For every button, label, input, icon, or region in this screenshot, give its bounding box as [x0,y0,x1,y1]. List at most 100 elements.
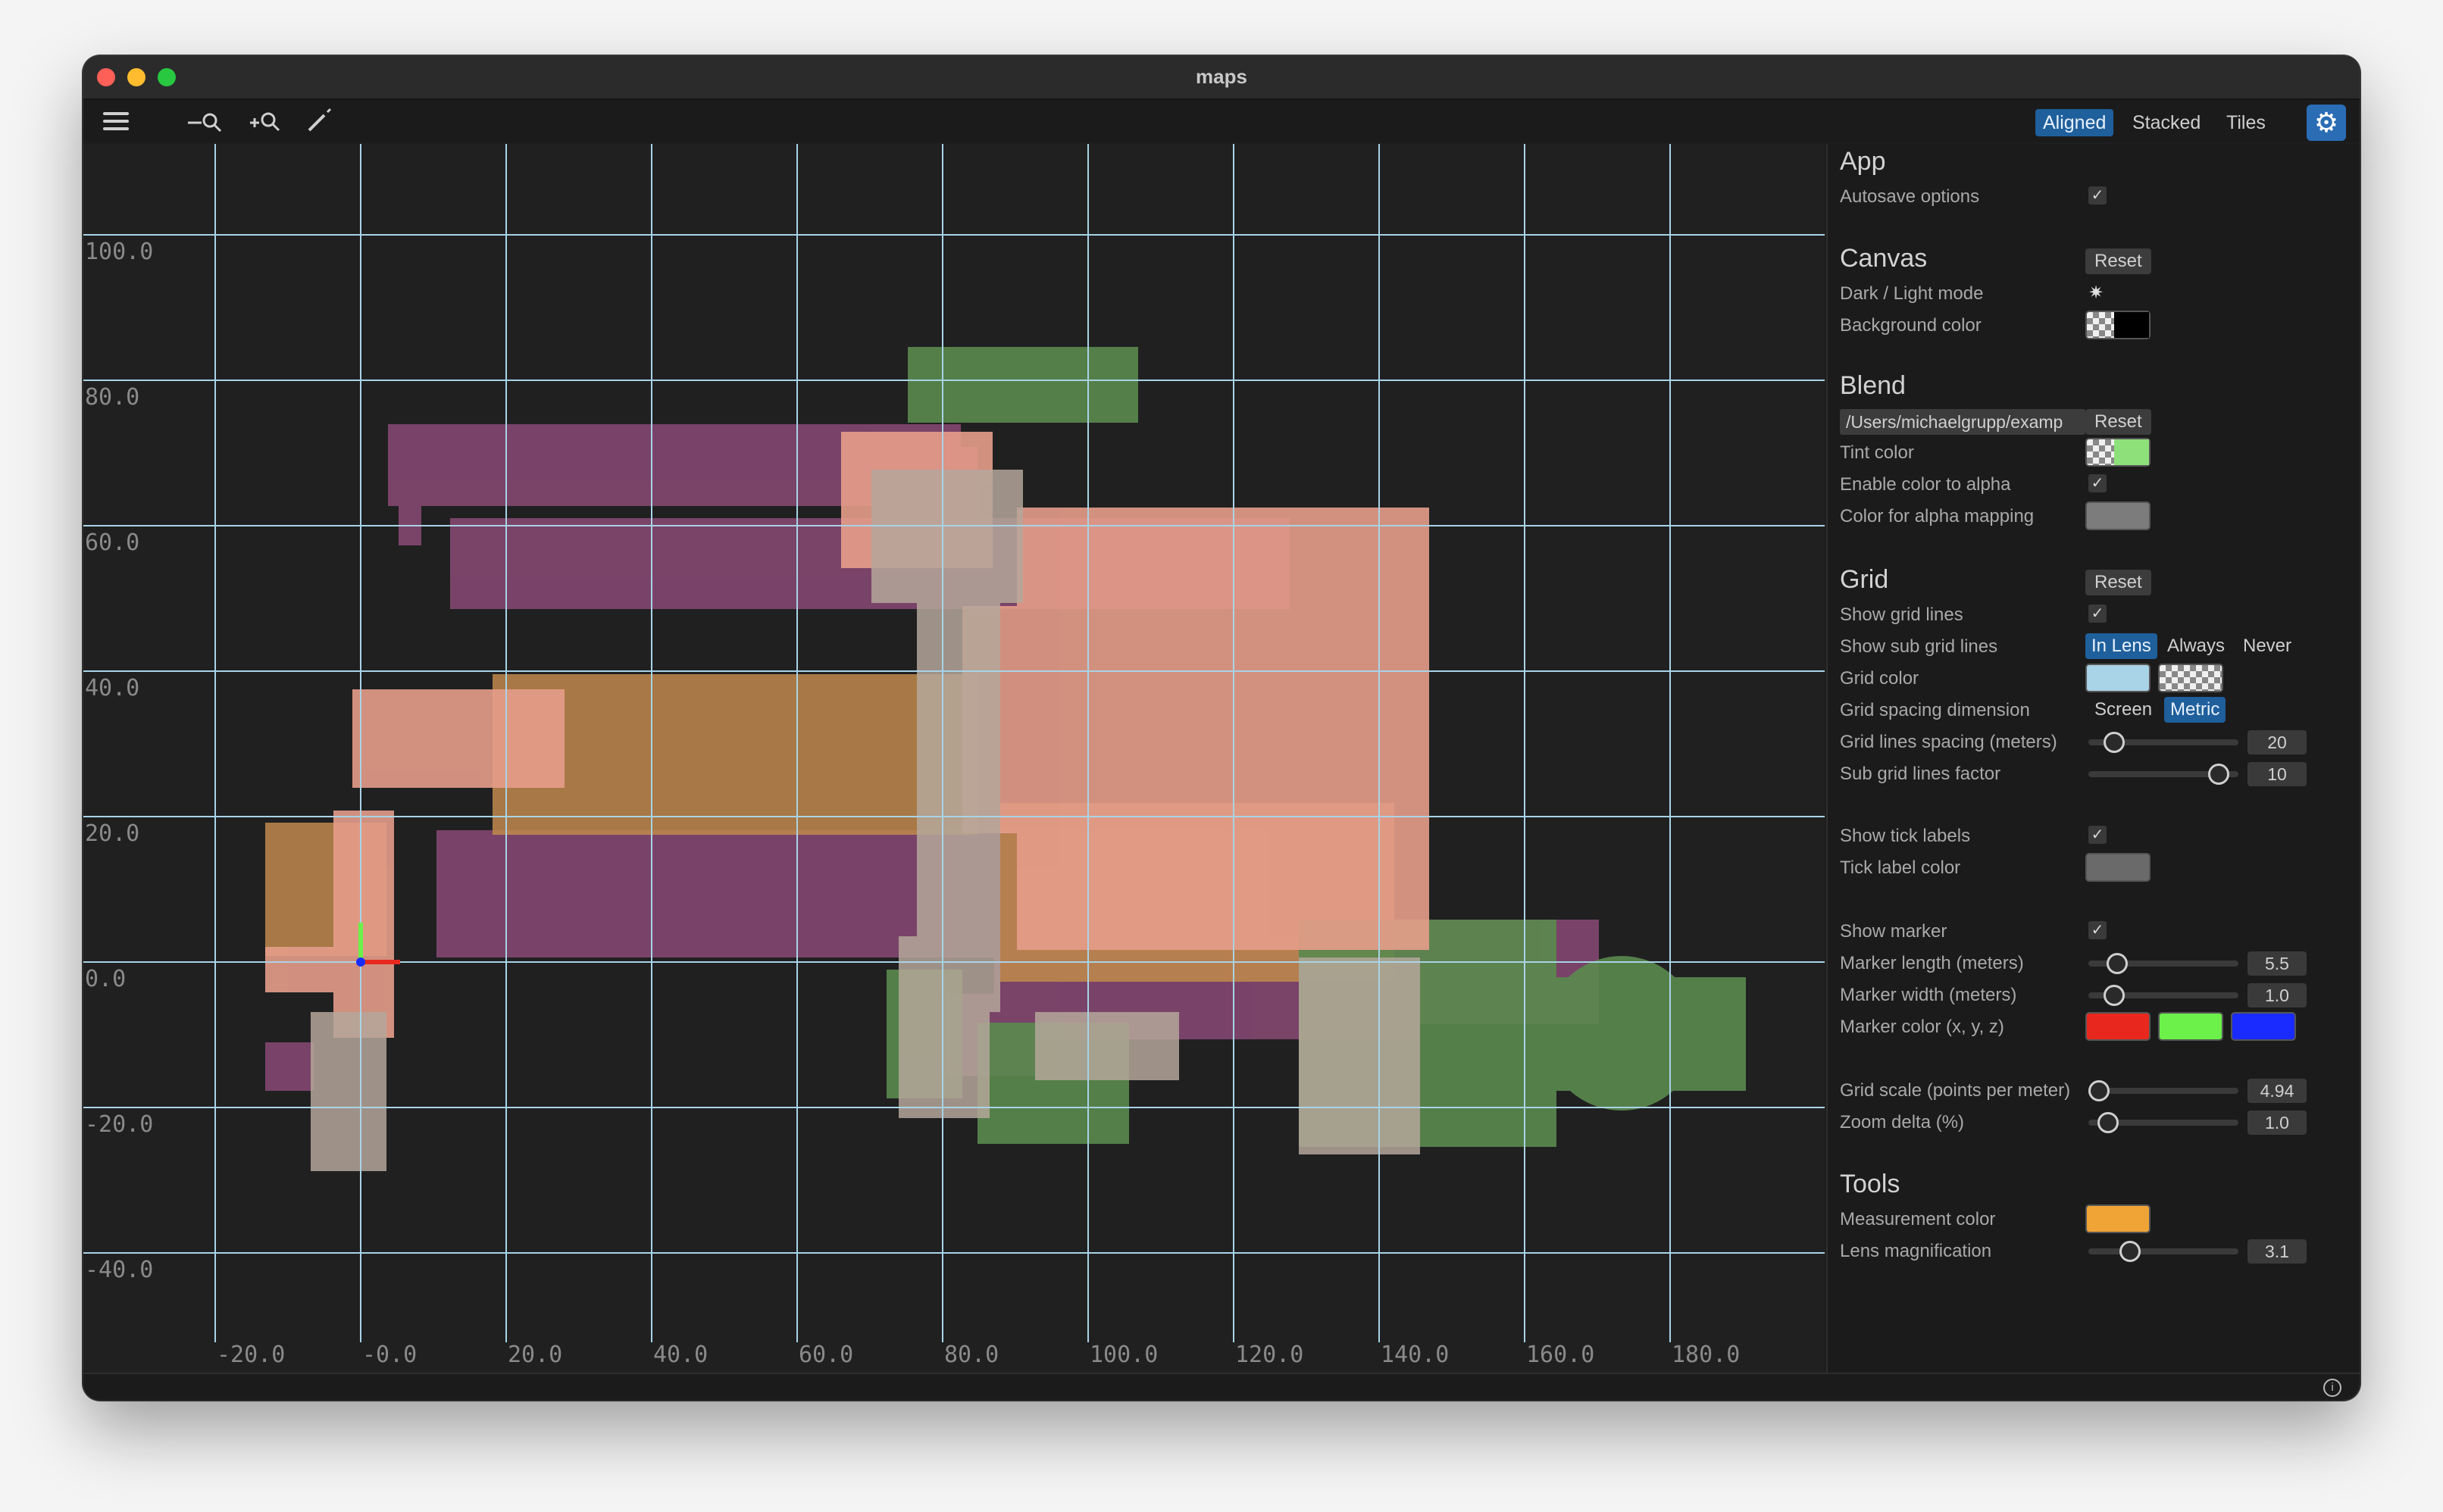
pencil-icon[interactable] [305,108,335,135]
y-tick-label: -40.0 [85,1257,153,1283]
grid-scale-knob[interactable] [2088,1080,2110,1101]
blend-path-field[interactable]: /Users/michaelgrupp/examp [1840,409,2085,435]
tick-label-color-swatch[interactable] [2085,853,2151,882]
marker-color-z-swatch[interactable] [2231,1012,2296,1041]
measurement-color-label: Measurement color [1840,1209,1996,1229]
grid-alpha-swatch[interactable] [2158,664,2223,692]
view-mode-tiles[interactable]: Tiles [2219,109,2273,136]
grid-spacing-knob[interactable] [2104,732,2126,753]
spacing-option-screen[interactable]: Screen [2088,697,2158,723]
background-color-swatch[interactable] [2085,311,2151,339]
marker-width-knob[interactable] [2104,985,2126,1006]
gear-icon[interactable]: ⚙ [2307,105,2346,141]
lens-magnification-knob[interactable] [2119,1241,2141,1262]
map-svg: -20.0 -0.0 20.0 40.0 60.0 80.0 100.0 120.0 140.0… [83,144,1825,1368]
alpha-mapping-label: Color for alpha mapping [1840,506,2035,526]
grid-reset-button[interactable]: Reset [2085,570,2151,595]
spacing-option-metric[interactable]: Metric [2164,697,2226,723]
color-to-alpha-checkbox[interactable]: ✓ [2088,474,2107,492]
measurement-color-swatch[interactable] [2085,1204,2151,1233]
marker-color-y-swatch[interactable] [2158,1012,2223,1041]
map-canvas[interactable]: -20.0 -0.0 20.0 40.0 60.0 80.0 100.0 120.0 140.0… [83,144,1825,1373]
tick-labels-checkbox[interactable]: ✓ [2088,826,2107,844]
sub-grid-factor-value[interactable]: 10 [2247,762,2307,786]
y-tick-label: 40.0 [85,675,139,701]
view-mode-stacked[interactable]: Stacked [2125,109,2208,136]
grid-scale-slider[interactable] [2088,1080,2238,1101]
section-title-blend: Blend [1840,371,1906,400]
zoom-delta-slider[interactable] [2088,1112,2238,1133]
zoom-delta-value[interactable]: 1.0 [2247,1111,2307,1135]
marker-length-value[interactable]: 5.5 [2247,951,2307,976]
x-tick-label: 140.0 [1381,1342,1449,1368]
y-tick-label: 60.0 [85,530,139,556]
zoom-delta-knob[interactable] [2097,1112,2119,1133]
blend-reset-button[interactable]: Reset [2085,409,2151,435]
tint-color-label: Tint color [1840,442,1914,463]
sub-grid-factor-slider[interactable] [2088,764,2238,785]
marker-width-label: Marker width (meters) [1840,985,2017,1005]
window-title: maps [1196,65,1247,88]
marker-color-x-swatch[interactable] [2085,1012,2151,1041]
x-tick-label: -20.0 [217,1342,285,1368]
grid-spacing-label: Grid lines spacing (meters) [1840,732,2057,752]
x-tick-label: -0.0 [362,1342,417,1368]
x-tick-label: 120.0 [1235,1342,1303,1368]
tint-color-swatch[interactable] [2085,438,2151,467]
toolbar: Aligned Stacked Tiles ⚙ [83,100,2360,142]
zoom-delta-label: Zoom delta (%) [1840,1112,1965,1132]
x-tick-label: 180.0 [1672,1342,1740,1368]
lens-magnification-value[interactable]: 3.1 [2247,1239,2307,1264]
sub-grid-option-in-lens[interactable]: In Lens [2085,633,2157,659]
section-title-tools: Tools [1840,1170,1900,1198]
show-grid-lines-checkbox[interactable]: ✓ [2088,604,2107,623]
marker-width-slider[interactable] [2088,985,2238,1006]
marker-length-knob[interactable] [2106,953,2128,974]
measure-zoom-icon[interactable] [186,108,224,135]
tick-labels-label: Show tick labels [1840,826,1971,846]
app-window: maps Aligned Stacked Tiles ⚙ -20.0 -0.0 … [83,56,2360,1400]
grid-scale-value[interactable]: 4.94 [2247,1079,2307,1103]
canvas-reset-button[interactable]: Reset [2085,248,2151,274]
sub-grid-factor-label: Sub grid lines factor [1840,764,2001,784]
grid-scale-label: Grid scale (points per meter) [1840,1080,2071,1101]
marker-width-value[interactable]: 1.0 [2247,983,2307,1007]
show-marker-label: Show marker [1840,921,1947,942]
section-title-app: App [1840,147,1886,176]
grid-spacing-slider[interactable] [2088,732,2238,753]
background-color-label: Background color [1840,315,1982,336]
spacing-dimension-label: Grid spacing dimension [1840,700,2030,720]
dark-light-label: Dark / Light mode [1840,283,1984,304]
show-grid-lines-label: Show grid lines [1840,604,1963,625]
x-tick-label: 20.0 [508,1342,562,1368]
view-mode-aligned[interactable]: Aligned [2035,109,2114,136]
grid-color-swatch[interactable] [2085,664,2151,692]
lens-magnification-slider[interactable] [2088,1241,2238,1262]
y-tick-label: -20.0 [85,1111,153,1138]
grid-color-label: Grid color [1840,668,1919,689]
tick-label-color-label: Tick label color [1840,858,1961,878]
status-bar: i [83,1373,2360,1400]
marker-length-slider[interactable] [2088,953,2238,974]
x-tick-label: 100.0 [1090,1342,1158,1368]
lens-magnification-label: Lens magnification [1840,1241,1992,1261]
section-title-canvas: Canvas [1840,244,1928,273]
x-tick-label: 40.0 [653,1342,708,1368]
info-icon[interactable]: i [2323,1379,2341,1397]
marker-color-label: Marker color (x, y, z) [1840,1017,2004,1037]
y-tick-label: 100.0 [85,239,153,265]
autosave-label: Autosave options [1840,186,1980,207]
zoom-in-icon[interactable] [249,108,282,135]
hamburger-menu-icon[interactable] [103,108,129,135]
color-to-alpha-label: Enable color to alpha [1840,474,2011,495]
section-title-grid: Grid [1840,565,1889,594]
sub-grid-option-always[interactable]: Always [2161,633,2231,659]
sub-grid-option-never[interactable]: Never [2237,633,2298,659]
grid-spacing-value[interactable]: 20 [2247,730,2307,754]
show-marker-checkbox[interactable]: ✓ [2088,921,2107,939]
sun-icon[interactable]: ✷ [2088,282,2104,304]
autosave-checkbox[interactable]: ✓ [2088,186,2107,205]
sub-grid-factor-knob[interactable] [2208,764,2230,785]
alpha-mapping-swatch[interactable] [2085,501,2151,530]
marker-length-label: Marker length (meters) [1840,953,2024,973]
